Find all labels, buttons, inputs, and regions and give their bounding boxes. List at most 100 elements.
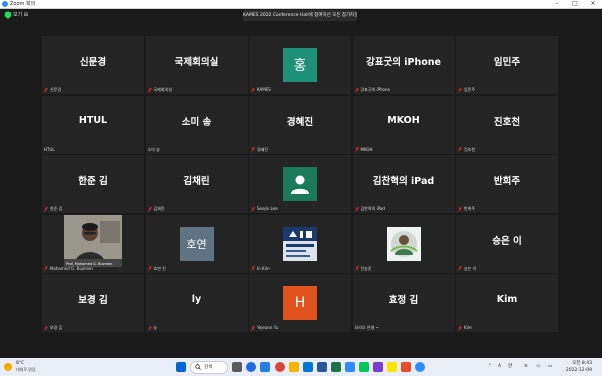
wifi-icon[interactable]: ≋ [524,358,528,376]
powerpoint-icon[interactable] [401,362,411,372]
view-button[interactable]: 보기 ⊞ [13,9,28,21]
battery-icon[interactable]: ▭ [548,358,552,376]
participant-tile[interactable]: 임민주 임민주 [456,36,558,94]
maximize-button[interactable]: □ [566,0,584,8]
participant-profile-picture [386,226,421,261]
app-icon[interactable] [373,362,383,372]
task-view-icon[interactable] [232,362,242,372]
muted-mic-icon [44,87,48,93]
participant-name-text: Mohamed G. Buzmen [50,265,93,271]
participant-display-name: 진호천 [493,116,521,128]
participant-display-name: 강표굿의 iPhone [366,57,441,68]
participant-name-text: 경혜진 [257,146,269,152]
participant-tile[interactable]: 김채린 김채린 [145,155,248,213]
close-button[interactable]: ✕ [584,0,602,8]
participant-name-text: 한준 김 [50,206,63,211]
tray-lang[interactable]: A [498,358,501,376]
participant-tile[interactable]: 강표굿의 iPhone 강표굿의 iPhone [352,36,455,94]
participant-display-name: 한준 김 [78,176,108,187]
weather-temp: 8°C [16,361,25,366]
participant-tile[interactable]: Kim Kim [456,274,558,332]
zoom-taskbar-icon[interactable] [345,362,355,372]
participant-tile[interactable]: 경혜진 경혜진 [249,95,351,154]
muted-mic-icon [251,325,255,331]
weather-condition: 대체로 맑음 [16,367,36,372]
participant-name-label: 진호천 [458,147,475,153]
participant-avatar: H [283,286,317,320]
participant-tile[interactable]: 전승준 [352,214,455,273]
participant-name-label: 소미 송 [148,147,160,153]
participant-name-text: 김채린 [153,206,165,211]
kakaotalk-icon[interactable] [387,362,397,372]
muted-mic-icon [44,266,48,271]
participant-tile[interactable]: Prof. Mohamed G. Buzmen Mohamed G. Buzmen [42,214,144,273]
participant-name-label: 임민주 [458,87,475,93]
participant-tile[interactable]: 승은 이 승은 이 [456,214,558,273]
excel-icon[interactable] [331,362,341,372]
participant-tile[interactable]: 효정 김모리오 연결 ~ [352,274,455,332]
search-box[interactable]: 검색 [190,361,228,374]
participant-display-name: 경혜진 [286,116,314,128]
participant-logo-image [283,226,317,261]
weather-widget[interactable]: 8°C 대체로 맑음 [4,360,54,374]
participant-tile[interactable]: 신문경 신문경 [42,36,144,94]
word-icon[interactable] [317,362,327,372]
participant-name-label: Mohamed G. Buzmen [44,266,93,272]
volume-icon[interactable]: ◁ [536,358,539,376]
shield-icon[interactable] [4,11,12,19]
participant-tile[interactable]: 호연 호연 진 [145,214,248,273]
participant-display-name: 보경 김 [78,295,108,306]
participant-name-text: 진호천 [464,146,476,152]
participant-name-text: 소미 송 [147,146,160,152]
participant-tile[interactable]: 국제회의실 국제회의실 [145,36,248,94]
participant-name-text: 모리오 연결 ~ [354,325,379,330]
participant-tile[interactable]: 홍 KAMES [249,36,351,94]
participant-tile[interactable]: Seojin Lee [249,155,351,213]
participant-name-label: HTUL [44,147,55,153]
naver-icon[interactable] [359,362,369,372]
store-icon[interactable] [303,362,313,372]
file-explorer-icon[interactable] [289,362,299,372]
participant-name-label: 강표굿의 iPhone [354,87,390,93]
participant-tile[interactable]: HTUL HTUL [42,95,144,154]
start-icon[interactable] [176,362,186,372]
participant-name-text: 신문경 [50,87,62,92]
participant-name-label: KAMES [251,87,271,93]
tray-chevron-icon[interactable]: ⌃ [488,358,492,376]
participant-tile[interactable]: 한준 김 한준 김 [42,155,144,213]
participant-tile[interactable]: 진호천 진호천 [456,95,558,154]
participant-tile[interactable]: 소미 송 소미 송 [145,95,248,154]
participant-tile[interactable]: 김찬혁의 iPad 김찬혁의 iPad [352,155,455,213]
muted-mic-icon [458,325,462,331]
participant-tile[interactable]: ly ly [145,274,248,332]
participant-tile[interactable]: H Yejeann Yu [249,274,351,332]
participant-tile[interactable]: In Kim [249,214,351,273]
participant-tile[interactable]: MKOH MKOH [352,95,455,154]
participant-name-label: 승은 이 [458,266,476,272]
participant-name-text: 김찬혁의 iPad [360,206,385,211]
search-icon [195,364,201,370]
clock-time: 오전 8:43 [572,361,592,366]
minimize-button[interactable]: – [548,0,566,8]
participant-display-name: Kim [496,293,518,305]
participant-name-text: Kim [464,325,472,330]
participant-name-text: HTUL [44,146,55,152]
taskbar-clock[interactable]: 오전 8:43 2022-12-09 [562,360,592,374]
participant-display-name: 효정 김 [388,295,419,306]
chat-icon[interactable] [246,362,256,372]
participant-tile[interactable]: 반희주 반희주 [456,155,558,213]
muted-mic-icon [147,206,152,212]
participant-display-name: 김채린 [183,176,210,187]
participant-name-label: Kim [458,325,472,331]
participant-name-label: 반희주 [458,206,475,212]
zoom-active-icon[interactable] [415,362,425,372]
chrome-icon[interactable] [275,362,285,372]
edge-icon[interactable] [260,362,270,372]
participant-tile[interactable]: 보경 김 보경 김 [42,274,144,332]
search-label: 검색 [204,365,213,370]
window-titlebar: Zoom 회의 – □ ✕ [0,0,602,9]
participant-display-name: 반희주 [493,176,521,187]
gallery-grid: 신문경 신문경 국제회의실 국제회의실 홍 KAMES 강표굿의 iPhone 강표굿의 iP… [42,36,558,332]
default-person-icon [283,167,317,201]
tray-ime[interactable]: 한 [508,358,512,376]
